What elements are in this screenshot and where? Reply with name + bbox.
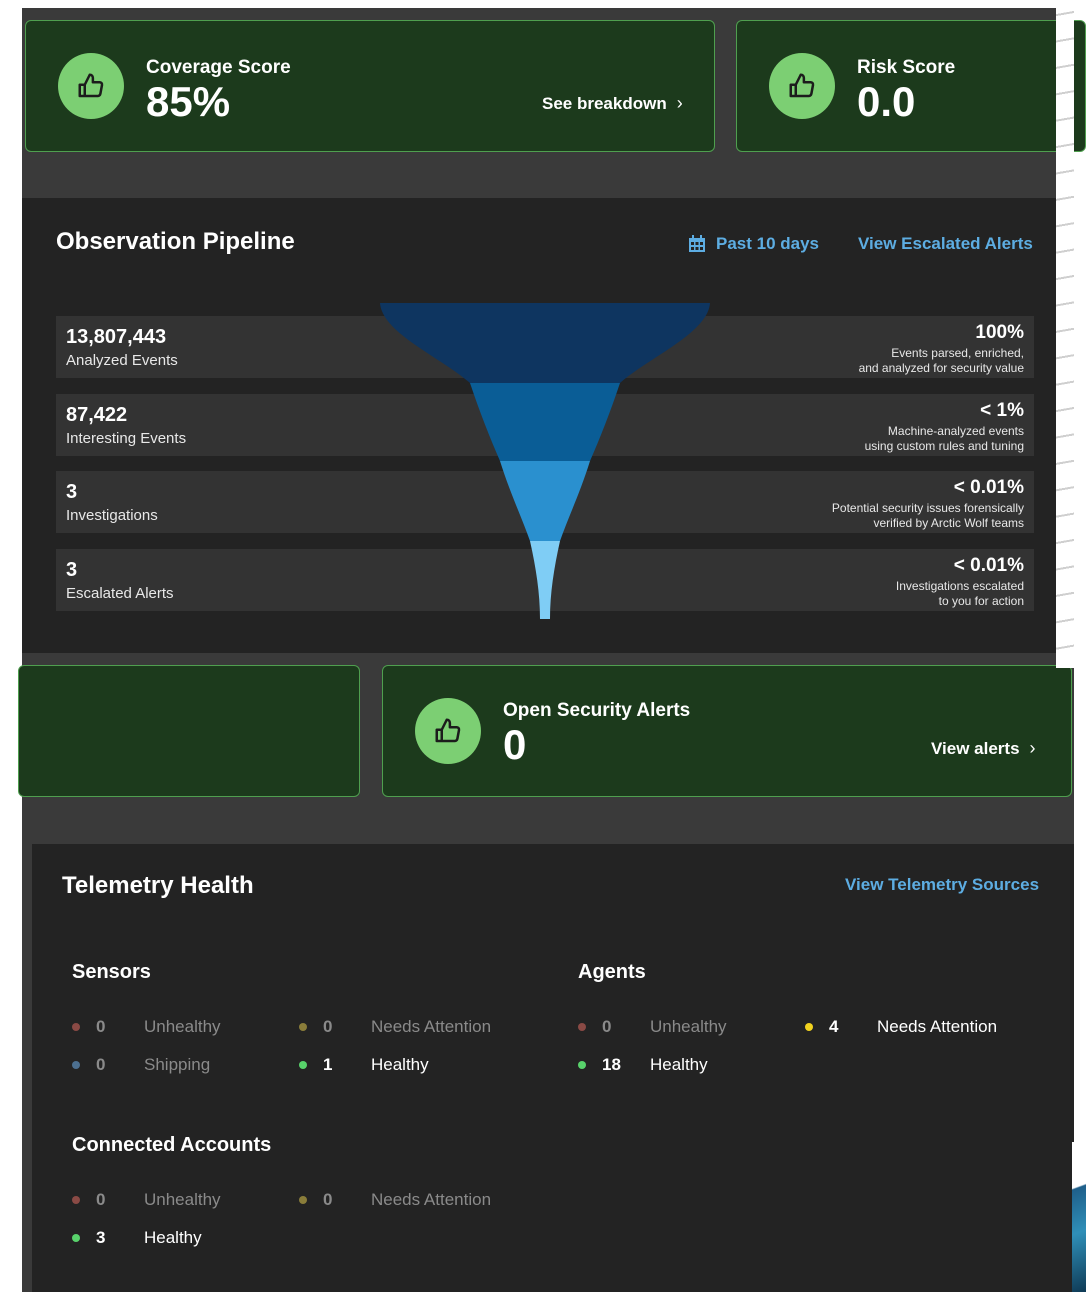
chevron-right-icon: › — [1029, 738, 1036, 758]
dashboard-canvas: Coverage Score 85% See breakdown › Risk … — [18, 8, 1086, 1292]
open-security-alerts-card: Open Security Alerts 0 View alerts › — [382, 665, 1072, 797]
shipping-status-dot — [72, 1061, 80, 1069]
partial-card — [18, 665, 360, 797]
open-alerts-title: Open Security Alerts — [503, 700, 691, 721]
telemetry-title: Telemetry Health — [62, 872, 254, 899]
view-alerts-link[interactable]: View alerts › — [931, 738, 1036, 759]
funnel-segment-interesting — [470, 383, 620, 461]
date-range-picker[interactable]: Past 10 days — [688, 234, 819, 254]
sensors-shipping: 0 Shipping — [72, 1055, 210, 1075]
sensors-healthy: 1 Healthy — [299, 1055, 429, 1075]
investigations-description: Potential security issues forensically ve… — [831, 501, 1024, 530]
coverage-score-value: 85% — [146, 78, 231, 125]
pipeline-funnel — [380, 303, 710, 619]
investigations-label: Investigations — [66, 507, 158, 524]
needs-attention-status-dot — [299, 1196, 307, 1204]
escalated-alerts-description: Investigations escalated to you for actio… — [895, 579, 1024, 608]
sensors-title: Sensors — [72, 961, 151, 983]
healthy-status-dot — [578, 1061, 586, 1069]
see-breakdown-label: See breakdown — [542, 93, 667, 113]
connected-accounts-title: Connected Accounts — [72, 1134, 272, 1156]
interesting-events-label: Interesting Events — [66, 430, 187, 447]
coverage-score-card: Coverage Score 85% See breakdown › — [25, 20, 715, 152]
escalated-alerts-count: 3 — [66, 559, 78, 581]
calendar-icon — [689, 235, 705, 252]
corner-decoration — [1072, 1142, 1086, 1292]
interesting-events-description: Machine-analyzed events using custom rule… — [864, 424, 1024, 453]
analyzed-events-count: 13,807,443 — [66, 326, 167, 348]
telemetry-health-panel: Telemetry Health View Telemetry Sources … — [32, 844, 1074, 1292]
funnel-segment-investigations — [500, 461, 590, 541]
thumbs-up-icon — [769, 53, 835, 119]
open-alerts-value: 0 — [503, 721, 527, 768]
accounts-unhealthy: 0 Unhealthy — [72, 1190, 221, 1210]
investigations-count: 3 — [66, 481, 78, 503]
accounts-needs-attention: 0 Needs Attention — [299, 1190, 491, 1210]
agents-healthy: 18 Healthy — [578, 1055, 708, 1075]
agents-unhealthy: 0 Unhealthy — [578, 1017, 727, 1037]
view-telemetry-sources-link[interactable]: View Telemetry Sources — [845, 875, 1039, 895]
agents-needs-attention: 4 Needs Attention — [805, 1017, 997, 1037]
risk-score-title: Risk Score — [857, 57, 956, 78]
analyzed-events-percent: 100% — [975, 322, 1024, 343]
analyzed-events-description: Events parsed, enriched, and analyzed for… — [858, 346, 1024, 375]
view-alerts-label: View alerts — [931, 738, 1020, 758]
unhealthy-status-dot — [578, 1023, 586, 1031]
observation-pipeline-panel: Observation Pipeline Past 10 days View E… — [22, 198, 1074, 653]
needs-attention-status-dot — [299, 1023, 307, 1031]
sensors-unhealthy: 0 Unhealthy — [72, 1017, 221, 1037]
analyzed-events-label: Analyzed Events — [66, 352, 178, 369]
unhealthy-status-dot — [72, 1023, 80, 1031]
healthy-status-dot — [72, 1234, 80, 1242]
needs-attention-status-dot — [805, 1023, 813, 1031]
unhealthy-status-dot — [72, 1196, 80, 1204]
healthy-status-dot — [299, 1061, 307, 1069]
escalated-alerts-label: Escalated Alerts — [66, 585, 174, 602]
interesting-events-percent: < 1% — [980, 400, 1024, 421]
agents-title: Agents — [578, 961, 646, 983]
chevron-right-icon: › — [676, 93, 683, 113]
coverage-score-title: Coverage Score — [146, 57, 291, 78]
thumbs-up-icon — [58, 53, 124, 119]
escalated-alerts-percent: < 0.01% — [953, 555, 1024, 576]
funnel-segment-escalated — [530, 541, 560, 619]
accounts-healthy: 3 Healthy — [72, 1228, 202, 1248]
thumbs-up-icon — [415, 698, 481, 764]
pipeline-title: Observation Pipeline — [56, 228, 295, 255]
risk-score-card: Risk Score 0.0 — [736, 20, 1086, 152]
torn-edge-decoration — [1056, 8, 1074, 668]
interesting-events-count: 87,422 — [66, 404, 128, 426]
investigations-percent: < 0.01% — [953, 477, 1024, 498]
see-breakdown-link[interactable]: See breakdown › — [542, 93, 683, 114]
funnel-segment-analyzed — [380, 303, 710, 383]
risk-score-value: 0.0 — [857, 78, 916, 125]
view-escalated-alerts-link[interactable]: View Escalated Alerts — [858, 234, 1033, 254]
sensors-needs-attention: 0 Needs Attention — [299, 1017, 491, 1037]
date-range-label: Past 10 days — [716, 234, 820, 253]
